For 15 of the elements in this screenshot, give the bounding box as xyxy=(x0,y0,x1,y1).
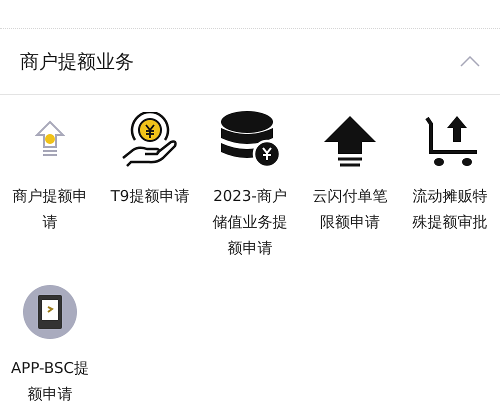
item-label: T9提额申请 xyxy=(110,186,190,207)
service-item[interactable]: T9提额申请 xyxy=(100,107,200,209)
item-label: 商户提额申请 xyxy=(12,186,88,233)
collapse-chevron-icon[interactable] xyxy=(460,56,480,67)
service-item[interactable]: 商户提额申请 xyxy=(0,107,100,235)
service-item[interactable]: 流动摊贩特殊提额审批 xyxy=(400,107,500,235)
item-label: 云闪付单笔限额申请 xyxy=(312,186,388,233)
service-item[interactable]: APP-BSC提额申请 xyxy=(0,279,100,407)
section-title: 商户提额业务 xyxy=(20,50,134,74)
item-label: 2023-商户储值业务提额申请 xyxy=(212,186,288,259)
item-label: 流动摊贩特殊提额审批 xyxy=(412,186,488,233)
tablet-icon xyxy=(23,285,77,339)
service-item[interactable]: 2023-商户储值业务提额申请 xyxy=(200,107,300,261)
service-item[interactable]: 云闪付单笔限额申请 xyxy=(300,107,400,235)
item-label: APP-BSC提额申请 xyxy=(10,358,90,405)
